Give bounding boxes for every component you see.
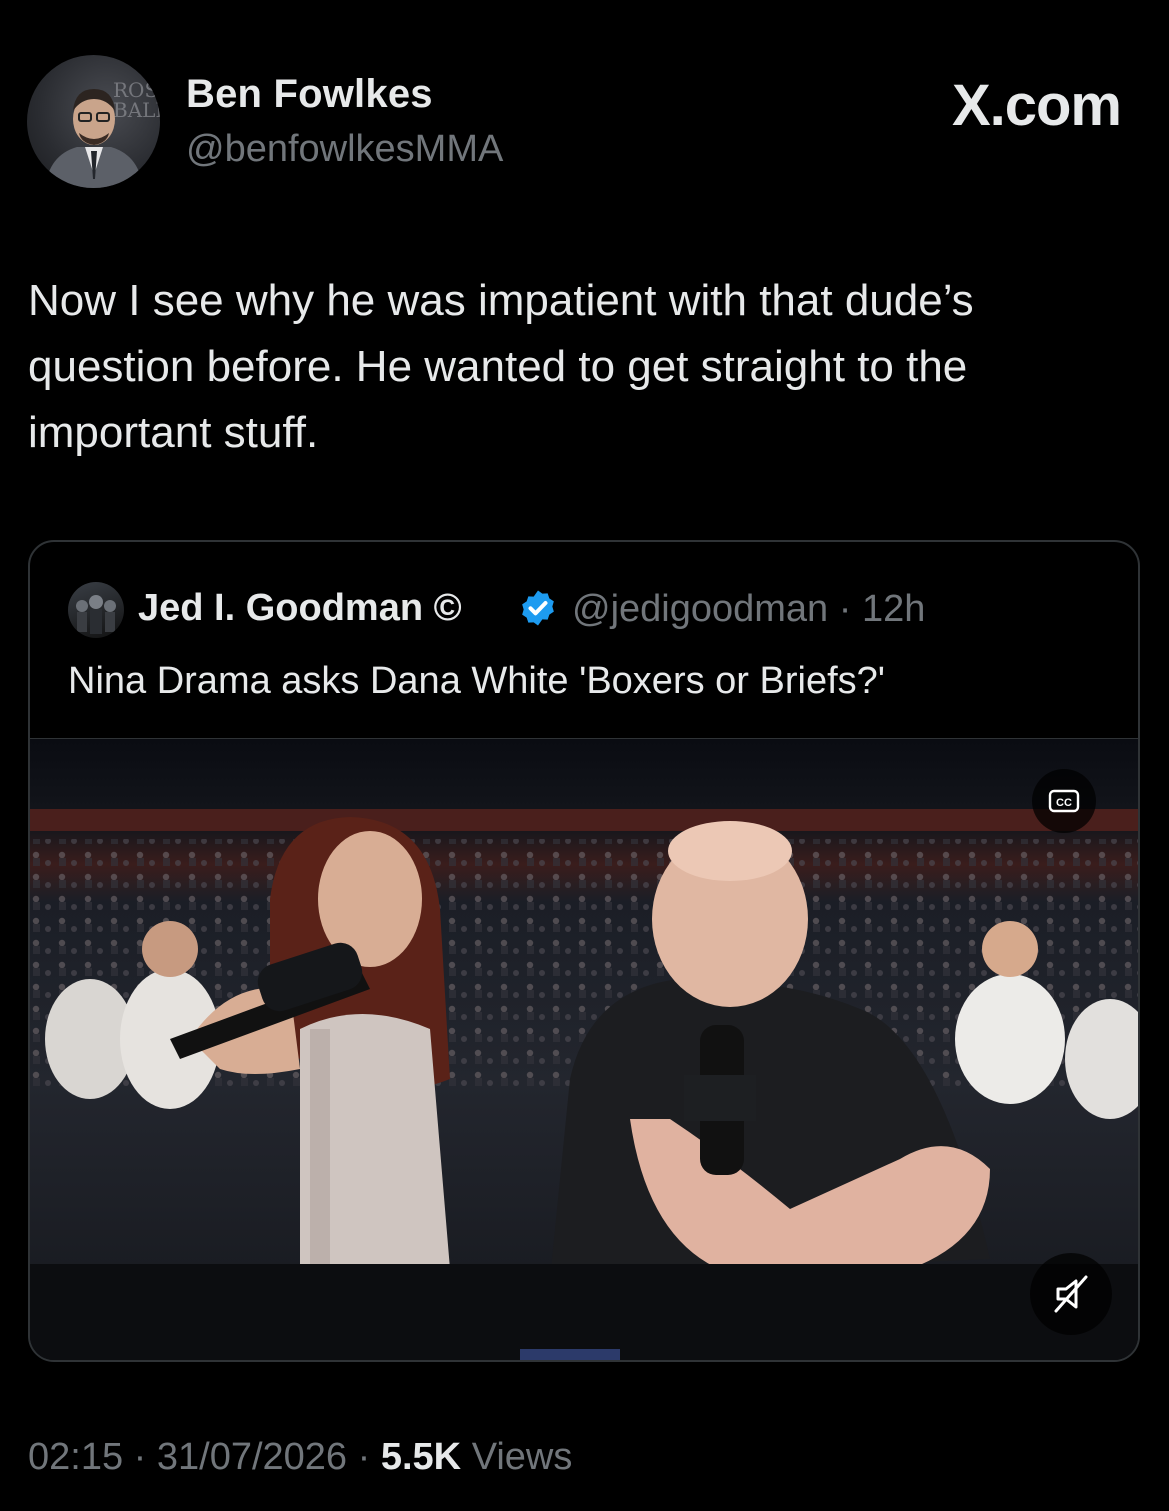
quote-tweet-card[interactable]: Jed I. Goodman © @jedigoodman · 12h Nina…: [28, 540, 1140, 1362]
muted-speaker-icon: [1054, 1275, 1088, 1313]
quote-author-name[interactable]: Jed I. Goodman ©: [138, 587, 462, 630]
cc-icon: CC: [1048, 789, 1080, 813]
author-name[interactable]: Ben Fowlkes: [186, 72, 433, 117]
views-label: Views: [471, 1436, 573, 1478]
verified-badge-icon: [522, 590, 554, 626]
meta-separator: ·: [133, 1436, 147, 1478]
tweet-time[interactable]: 02:15: [28, 1436, 123, 1478]
brand-logo: X.com: [951, 73, 1122, 138]
mute-button[interactable]: [1030, 1253, 1112, 1335]
quote-author-avatar[interactable]: [68, 582, 124, 638]
author-avatar[interactable]: ROS BALL: [27, 55, 160, 188]
author-avatar-image: ROS BALL: [45, 78, 160, 188]
author-handle[interactable]: @benfowlkesMMA: [186, 128, 503, 171]
quote-video-player[interactable]: CC: [30, 738, 1138, 1360]
tweet-date[interactable]: 31/07/2026: [157, 1436, 347, 1478]
quote-author-avatar-image: [76, 595, 116, 634]
views-count: 5.5K: [380, 1436, 462, 1478]
svg-text:BALL: BALL: [113, 98, 160, 122]
svg-text:CC: CC: [1056, 797, 1072, 809]
captions-button[interactable]: CC: [1032, 769, 1096, 833]
tweet-metadata: 02:15 · 31/07/2026 · 5.5K Views: [28, 1436, 572, 1479]
meta-separator: ·: [357, 1436, 371, 1478]
quote-author-handle-time[interactable]: @jedigoodman · 12h: [572, 588, 925, 631]
quote-text: Nina Drama asks Dana White 'Boxers or Br…: [68, 660, 886, 702]
video-frame: [30, 739, 1138, 1360]
tweet-text: Now I see why he was impatient with that…: [28, 276, 974, 457]
